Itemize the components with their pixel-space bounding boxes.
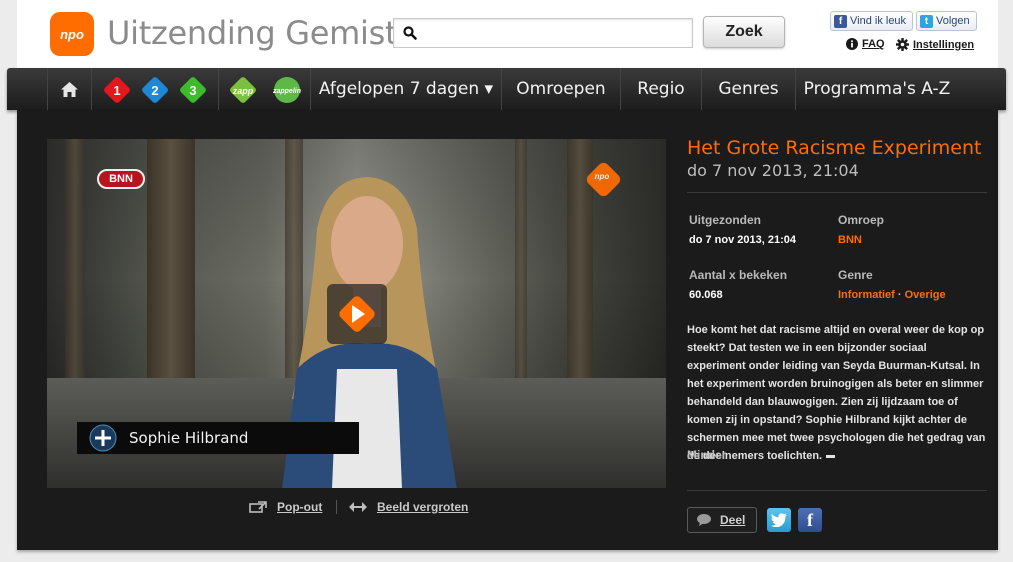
description-text: Hoe komt het dat racisme altijd en overa…	[687, 324, 986, 462]
zappelin-icon[interactable]: zappelin	[269, 76, 305, 104]
search-button[interactable]: Zoek	[703, 16, 785, 48]
popout-label: Pop-out	[277, 500, 323, 514]
divider	[687, 490, 987, 491]
nav-separator	[218, 68, 219, 110]
npo-logo[interactable]: npo	[50, 12, 94, 56]
bnn-logo: BNN	[97, 169, 145, 189]
play-button[interactable]	[327, 284, 387, 344]
channel-3-icon[interactable]: 3	[179, 76, 207, 104]
facebook-icon: f	[834, 14, 847, 28]
plus-circle-icon	[89, 424, 117, 452]
less-link[interactable]: Minder	[687, 448, 726, 462]
channel-1-icon[interactable]: 1	[103, 76, 131, 104]
nav-regio[interactable]: Regio	[621, 68, 701, 110]
facebook-like-button[interactable]: f Vind ik leuk	[830, 11, 913, 31]
twitter-share-button[interactable]	[767, 508, 791, 532]
facebook-like-label: Vind ik leuk	[850, 15, 907, 27]
link-separator	[336, 500, 337, 514]
svg-text:2: 2	[151, 83, 158, 98]
zapp-icon[interactable]: zapp	[227, 76, 259, 104]
nav-separator	[91, 68, 92, 110]
play-icon	[339, 296, 375, 332]
popout-icon	[249, 501, 267, 513]
nav-last-7-days[interactable]: Afgelopen 7 dagen ▾	[311, 68, 501, 110]
enlarge-label: Beeld vergroten	[377, 500, 469, 514]
broadcaster-link[interactable]: BNN	[838, 234, 862, 246]
search-box	[393, 18, 693, 48]
site-header: npo Uitzending Gemist Zoek f Vind ik leu…	[17, 0, 998, 68]
nav-genres[interactable]: Genres	[702, 68, 795, 110]
episode-date: do 7 nov 2013, 21:04	[687, 161, 859, 180]
enlarge-link[interactable]: Beeld vergroten	[349, 498, 468, 516]
svg-text:zapp: zapp	[232, 86, 254, 96]
home-button[interactable]	[48, 68, 90, 110]
genre-label: Genre	[838, 268, 873, 282]
facebook-share-button[interactable]: f	[798, 508, 822, 532]
facebook-f-icon: f	[807, 509, 813, 530]
twitter-bird-icon	[771, 513, 787, 527]
main-nav: 1 2 3 zapp zappelin Afgelopen 7 dagen ▾ …	[7, 68, 1006, 110]
speech-bubble-icon	[697, 514, 711, 526]
popout-link[interactable]: Pop-out	[249, 498, 322, 516]
expand-arrows-icon	[349, 502, 367, 512]
collapse-icon[interactable]	[826, 454, 836, 458]
episode-title: Het Grote Racisme Experiment	[687, 137, 982, 159]
twitter-follow-label: Volgen	[936, 15, 970, 27]
faq-link[interactable]: FAQ	[846, 38, 885, 50]
site-title[interactable]: Uitzending Gemist	[107, 14, 398, 52]
episode-description: Hoe komt het dat racisme altijd en overa…	[687, 321, 987, 465]
search-icon	[403, 26, 417, 40]
video-player[interactable]: BNN npo Sophie Hilbrand	[47, 139, 666, 488]
settings-label: Instellingen	[913, 38, 975, 51]
svg-text:3: 3	[189, 83, 196, 98]
settings-link[interactable]: Instellingen	[896, 38, 974, 51]
channel-2-icon[interactable]: 2	[141, 76, 169, 104]
info-icon	[846, 38, 858, 50]
aired-label: Uitgezonden	[689, 213, 761, 227]
watermark-text: npo	[594, 172, 610, 182]
faq-label: FAQ	[862, 38, 885, 50]
presenter-name: Sophie Hilbrand	[129, 429, 249, 447]
divider	[687, 192, 987, 193]
lower-third: Sophie Hilbrand	[77, 422, 359, 454]
twitter-follow-button[interactable]: t Volgen	[916, 11, 977, 31]
genre-values: Informatief · Overige	[838, 289, 946, 301]
share-label: Deel	[720, 513, 746, 527]
svg-text:1: 1	[113, 83, 120, 98]
views-label: Aantal x bekeken	[689, 268, 788, 282]
svg-text:zappelin: zappelin	[272, 88, 301, 95]
genre-overige-link[interactable]: Overige	[905, 289, 946, 301]
genre-informatief-link[interactable]: Informatief	[838, 289, 895, 301]
aired-value: do 7 nov 2013, 21:04	[689, 234, 796, 246]
share-button[interactable]: Deel	[687, 507, 757, 533]
twitter-icon: t	[920, 14, 933, 28]
search-input[interactable]	[424, 23, 684, 43]
broadcaster-label: Omroep	[838, 213, 885, 227]
nav-programmas-az[interactable]: Programma's A-Z	[796, 68, 958, 110]
home-icon	[60, 81, 78, 97]
views-value: 60.068	[689, 289, 723, 301]
logo-text: npo	[60, 26, 84, 42]
genre-separator: ·	[894, 289, 905, 301]
gear-icon	[896, 38, 909, 51]
nav-omroepen[interactable]: Omroepen	[502, 68, 620, 110]
episode-panel: BNN npo Sophie Hilbrand Pop-out Beeld ve…	[17, 110, 998, 550]
